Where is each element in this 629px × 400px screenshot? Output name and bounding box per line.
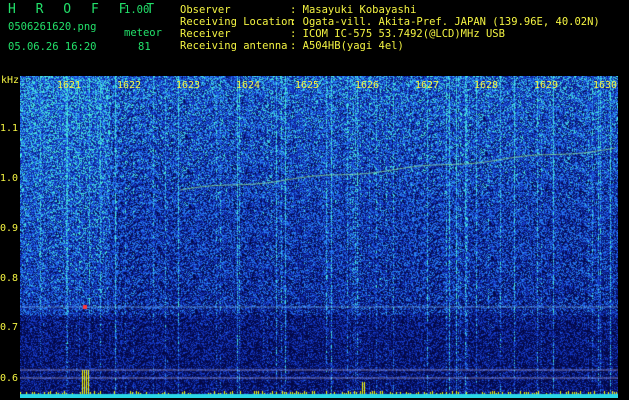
field-receiver-label: Receiver xyxy=(180,28,231,40)
x-tick-label: 1630 xyxy=(593,80,618,91)
x-tick-label: 1629 xyxy=(534,80,559,91)
field-observer-value: : Masayuki Kobayashi xyxy=(290,4,417,16)
meteor-count: 81 xyxy=(138,41,151,53)
field-antenna-label: Receiving antenna xyxy=(180,40,288,52)
unit-label: kHz xyxy=(1,75,20,86)
field-observer-label: Observer xyxy=(180,4,231,16)
field-antenna-value: : A504HB(yagi 4el) xyxy=(290,40,404,52)
field-location-label: Receiving Location xyxy=(180,16,294,28)
capture-datetime: 05.06.26 16:20 xyxy=(8,41,97,53)
image-filename: 0506261620.png xyxy=(8,21,97,33)
y-tick-label: 0.6 xyxy=(0,373,19,384)
y-tick-label: 1.0 xyxy=(0,173,19,184)
field-location-value: : Ogata-vill. Akita-Pref. JAPAN (139.96E… xyxy=(290,16,600,28)
header-panel: H R O F F T 1.00 0506261620.png meteor 0… xyxy=(0,0,629,76)
meteor-label: meteor xyxy=(124,27,162,39)
app-version: 1.00 xyxy=(124,4,150,16)
x-tick-label: 1624 xyxy=(236,80,261,91)
x-tick-label: 1627 xyxy=(415,80,440,91)
field-receiver-value: : ICOM IC-575 53.7492(@LCD)MHz USB xyxy=(290,28,505,40)
x-tick-label: 1628 xyxy=(474,80,499,91)
x-tick-label: 1626 xyxy=(355,80,380,91)
y-tick-label: 0.7 xyxy=(0,322,19,333)
x-tick-label: 1621 xyxy=(57,80,82,91)
right-margin xyxy=(618,76,629,400)
spectrogram-canvas xyxy=(20,76,618,398)
x-tick-label: 1625 xyxy=(295,80,320,91)
x-tick-label: 1622 xyxy=(117,80,142,91)
y-tick-label: 0.8 xyxy=(0,273,19,284)
y-tick-label: 0.9 xyxy=(0,223,19,234)
y-tick-label: 1.1 xyxy=(0,123,19,134)
x-tick-label: 1623 xyxy=(176,80,201,91)
